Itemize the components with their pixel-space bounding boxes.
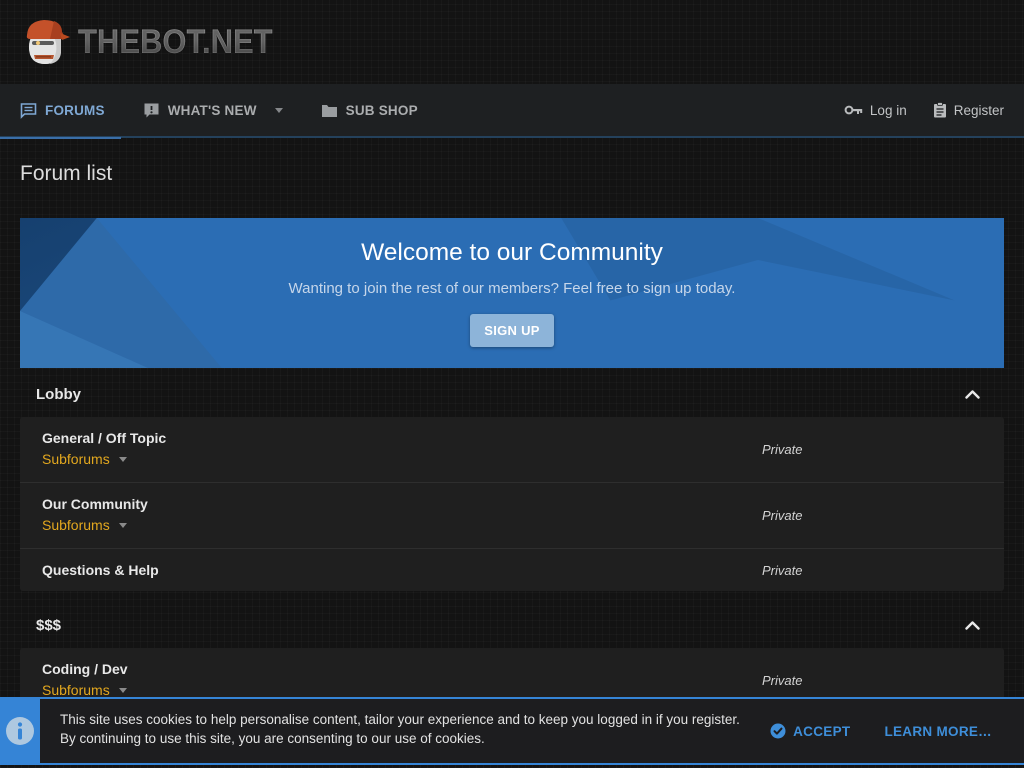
cookie-message: This site uses cookies to help personali… [40,699,770,763]
subforums-link[interactable]: Subforums [42,517,127,533]
status-label: Private [762,508,803,523]
nav-tab-forums[interactable]: FORUMS [0,83,121,139]
chevron-down-icon [118,456,127,462]
forum-row: Our Community Subforums Private [20,482,1004,548]
subforums-link[interactable]: Subforums [42,682,127,698]
login-link[interactable]: Log in [844,103,907,118]
chevron-up-icon[interactable] [965,621,980,630]
key-icon [844,105,863,115]
check-circle-icon [770,723,786,739]
chevron-down-icon [118,687,127,693]
nav-tab-whats-new[interactable]: WHAT'S NEW [143,83,283,137]
nav-tab-label: SUB SHOP [345,102,418,118]
clipboard-icon [933,102,946,118]
status-label: Private [762,673,803,688]
login-label: Log in [869,102,907,118]
category-name: $$$ [36,617,62,634]
cookie-info-cell [0,699,40,763]
forum-title-link[interactable]: General / Off Topic [42,430,762,446]
register-link[interactable]: Register [933,102,1004,118]
sign-up-button[interactable]: SIGN UP [470,314,554,347]
accept-cookies-button[interactable]: ACCEPT [770,723,850,739]
nav-left: FORUMS WHAT'S NEW SUB SHOP [0,83,844,139]
site-logo[interactable]: THEBOT.NET [20,13,273,71]
site-header: THEBOT.NET [0,0,1024,84]
forum-info: Our Community Subforums [42,496,762,535]
forum-title-link[interactable]: Coding / Dev [42,661,762,677]
forum-title-link[interactable]: Our Community [42,496,762,512]
banner-subtitle: Wanting to join the rest of our members?… [288,280,736,297]
category-name: Lobby [36,386,81,403]
forum-info: Questions & Help [42,562,762,578]
welcome-banner: Welcome to our Community Wanting to join… [20,218,1004,368]
subforums-link[interactable]: Subforums [42,451,127,467]
category-header-money: $$$ [20,599,1004,648]
banner-title: Welcome to our Community [361,239,663,266]
comment-icon [20,102,37,119]
accept-label: ACCEPT [793,723,851,739]
nav-tab-sub-shop[interactable]: SUB SHOP [321,83,418,137]
learn-more-button[interactable]: LEARN MORE… [884,724,992,739]
forum-info: Coding / Dev Subforums [42,661,762,700]
robot-logo-icon [20,13,74,71]
learn-more-label: LEARN MORE… [884,723,992,739]
cookie-message-line2: By continuing to use this site, you are … [60,731,485,746]
subforums-label: Subforums [42,682,110,698]
forum-panel-lobby: General / Off Topic Subforums Private Ou… [20,417,1004,591]
chevron-down-icon [118,522,127,528]
nav-right: Log in Register [844,102,1004,118]
cookie-message-line1: This site uses cookies to help personali… [60,712,740,727]
forum-info: General / Off Topic Subforums [42,430,762,469]
main-content: Forum list Welcome to our Community Want… [0,162,1024,713]
info-icon [6,717,34,745]
subforums-label: Subforums [42,517,110,533]
nav-tab-label: WHAT'S NEW [167,102,257,118]
main-nav: FORUMS WHAT'S NEW SUB SHOP Log in Regist… [0,83,1024,139]
folder-icon [321,104,337,117]
category-header-lobby: Lobby [20,368,1004,417]
site-title: THEBOT.NET [78,21,273,62]
register-label: Register [953,102,1004,118]
status-label: Private [762,562,803,578]
alert-bubble-icon [144,103,159,117]
cookie-notice-bar: This site uses cookies to help personali… [0,697,1024,765]
chevron-down-icon[interactable] [274,107,283,113]
forum-row: Questions & Help Private [20,548,1004,591]
subforums-label: Subforums [42,451,110,467]
cookie-actions: ACCEPT LEARN MORE… [770,699,1024,763]
status-label: Private [762,442,803,457]
chevron-up-icon[interactable] [965,390,980,399]
page-title: Forum list [20,162,113,185]
forum-title-link[interactable]: Questions & Help [42,562,762,578]
nav-tab-label: FORUMS [45,102,105,118]
forum-row: General / Off Topic Subforums Private [20,417,1004,482]
